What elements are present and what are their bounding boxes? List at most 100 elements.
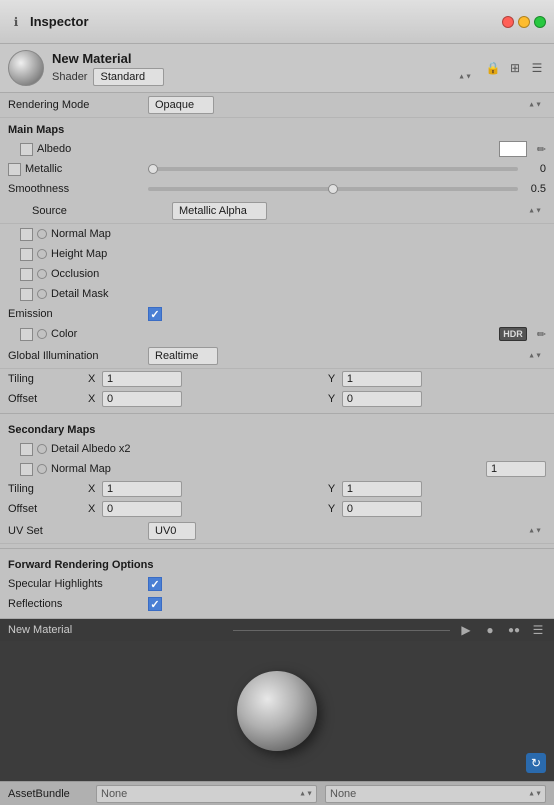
smoothness-slider[interactable] [148, 187, 518, 191]
emission-color-checkbox[interactable] [20, 328, 33, 341]
shader-row: Shader Standard [52, 68, 476, 86]
lock-icon[interactable]: 🔒 [484, 59, 502, 77]
main-offset-x-input[interactable] [102, 391, 182, 407]
inspector-content: Rendering Mode Opaque Main Maps Albedo ✏… [0, 93, 554, 619]
metallic-value: 0 [518, 163, 546, 175]
height-map-circle[interactable] [37, 249, 47, 259]
detail-albedo-checkbox[interactable] [20, 443, 33, 456]
asset-bundle-select2[interactable]: None [325, 785, 546, 803]
detail-mask-label: Detail Mask [51, 288, 108, 300]
layout-icon[interactable]: ⊞ [506, 59, 524, 77]
window-title: Inspector [30, 14, 89, 29]
metallic-slider[interactable] [148, 167, 518, 171]
main-offset-y-input[interactable] [342, 391, 422, 407]
asset-bundle-select-wrapper: None [96, 785, 317, 803]
emission-color-row: Color HDR ✏ [0, 324, 554, 344]
main-tiling-label: Tiling [8, 373, 88, 385]
albedo-checkbox[interactable] [20, 143, 33, 156]
tiling-y-axis: Y [328, 373, 340, 385]
menu-strip-button[interactable]: ☰ [530, 622, 546, 638]
specular-label: Specular Highlights [8, 578, 148, 590]
emission-color-circle[interactable] [37, 329, 47, 339]
main-tiling-y-field: Y [328, 371, 546, 387]
preview-sphere [237, 671, 317, 751]
secondary-normal-row: Normal Map [0, 459, 554, 479]
material-thumbnail [8, 50, 44, 86]
specular-checkbox[interactable] [148, 577, 162, 591]
height-map-row: Height Map [0, 244, 554, 264]
reflections-checkbox[interactable] [148, 597, 162, 611]
sec-tiling-x-field: X [88, 481, 306, 497]
secondary-normal-checkbox[interactable] [20, 463, 33, 476]
global-illumination-select[interactable]: Realtime [148, 347, 218, 365]
offset-y-axis: Y [328, 393, 340, 405]
sec-offset-y-input[interactable] [342, 501, 422, 517]
sec-offset-x-input[interactable] [102, 501, 182, 517]
rendering-mode-select[interactable]: Opaque [148, 96, 214, 114]
height-map-checkbox[interactable] [20, 248, 33, 261]
smoothness-label: Smoothness [8, 183, 148, 195]
detail-mask-circle[interactable] [37, 289, 47, 299]
metallic-checkbox[interactable] [8, 163, 21, 176]
minimize-button[interactable] [518, 16, 530, 28]
title-bar: ℹ Inspector [0, 0, 554, 44]
albedo-row: Albedo ✏ [0, 139, 554, 159]
material-header: New Material Shader Standard 🔒 ⊞ ☰ [0, 44, 554, 93]
sec-offset-x-axis: X [88, 503, 100, 515]
main-tiling-y-input[interactable] [342, 371, 422, 387]
shader-label: Shader [52, 71, 87, 83]
material-info: New Material Shader Standard [52, 51, 476, 86]
main-maps-header: Main Maps [0, 118, 554, 139]
sec-tiling-y-input[interactable] [342, 481, 422, 497]
occlusion-checkbox[interactable] [20, 268, 33, 281]
window-controls [502, 16, 546, 28]
global-illumination-select-wrapper: Realtime [148, 347, 546, 365]
shader-select[interactable]: Standard [93, 68, 164, 86]
secondary-normal-circle[interactable] [37, 464, 47, 474]
color-pencil-icon[interactable]: ✏ [537, 328, 546, 341]
albedo-color-swatch[interactable] [499, 141, 527, 157]
reflections-row: Reflections [0, 594, 554, 614]
detail-mask-checkbox[interactable] [20, 288, 33, 301]
detail-albedo-circle[interactable] [37, 444, 47, 454]
sync-icon[interactable] [526, 753, 546, 773]
main-tiling-x-field: X [88, 371, 306, 387]
asset-bundle-label: AssetBundle [8, 788, 88, 800]
emission-checkbox[interactable] [148, 307, 162, 321]
sec-tiling-y-field: Y [328, 481, 546, 497]
occlusion-label: Occlusion [51, 268, 99, 280]
close-button[interactable] [502, 16, 514, 28]
normal-map-checkbox[interactable] [20, 228, 33, 241]
uv-set-select[interactable]: UV0 [148, 522, 196, 540]
sec-tiling-x-axis: X [88, 483, 100, 495]
tiling-x-axis: X [88, 373, 100, 385]
maximize-button[interactable] [534, 16, 546, 28]
normal-map-circle[interactable] [37, 229, 47, 239]
header-icons: 🔒 ⊞ ☰ [484, 59, 546, 77]
menu-icon[interactable]: ☰ [528, 59, 546, 77]
uv-set-label: UV Set [8, 525, 148, 537]
dot-button[interactable]: ● [482, 622, 498, 638]
main-tiling-x-input[interactable] [102, 371, 182, 387]
source-select[interactable]: Metallic Alpha [172, 202, 267, 220]
sec-tiling-x-input[interactable] [102, 481, 182, 497]
dots-button[interactable]: ●● [506, 622, 522, 638]
emission-color-label: Color [51, 328, 77, 340]
play-button[interactable]: ▶ [458, 622, 474, 638]
inspector-window: ℹ Inspector New Material Shader Standard… [0, 0, 554, 805]
occlusion-row: Occlusion [0, 264, 554, 284]
sec-offset-y-field: Y [328, 501, 546, 517]
secondary-offset-label: Offset [8, 503, 88, 515]
secondary-normal-value[interactable] [486, 461, 546, 477]
occlusion-circle[interactable] [37, 269, 47, 279]
uv-set-row: UV Set UV0 [0, 519, 554, 544]
source-label: Source [32, 205, 172, 217]
hdr-button[interactable]: HDR [499, 327, 527, 341]
main-offset-row: Offset X Y [0, 389, 554, 409]
albedo-pencil-icon[interactable]: ✏ [537, 143, 546, 156]
source-select-wrapper: Metallic Alpha [172, 202, 546, 220]
metallic-label: Metallic [25, 163, 62, 175]
divider-2 [0, 548, 554, 549]
asset-bundle-select[interactable]: None [96, 785, 317, 803]
main-tiling-row: Tiling X Y [0, 369, 554, 389]
